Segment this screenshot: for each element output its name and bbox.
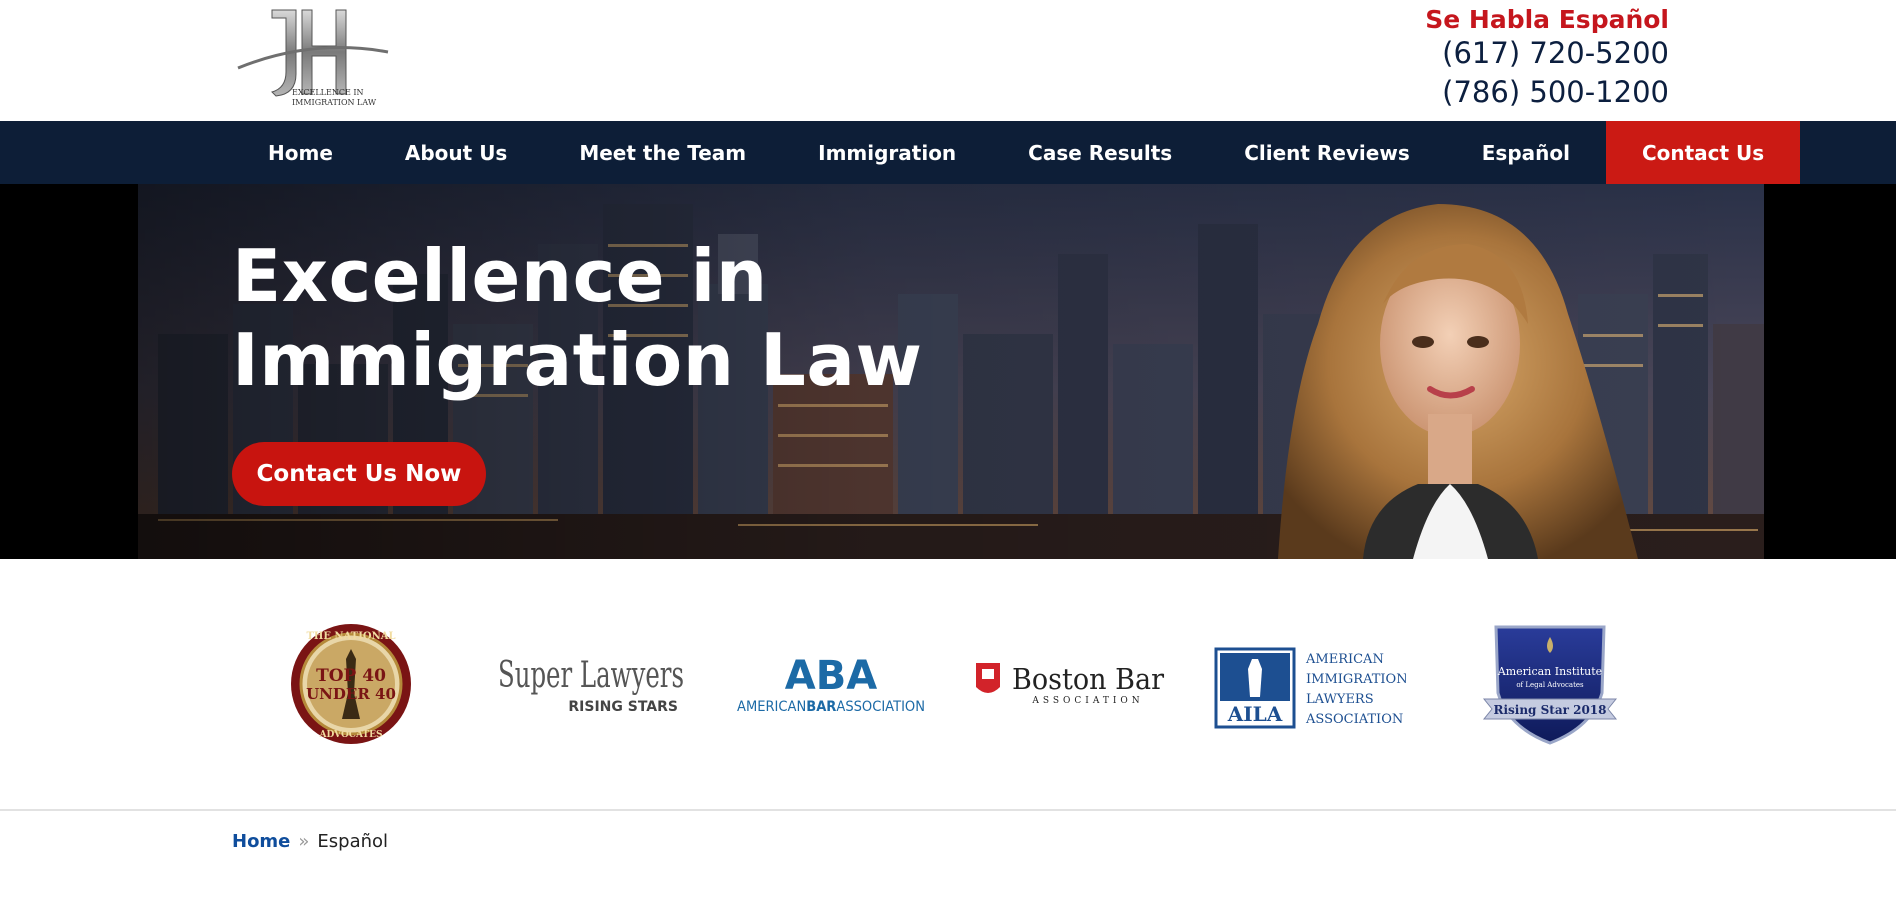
badge-american-institute-legal-advocates[interactable]: American Institute of Legal Advocates Ri… (1482, 623, 1618, 747)
section-divider (0, 809, 1896, 811)
nav-espanol[interactable]: Español (1446, 121, 1606, 184)
svg-text:LAWYERS: LAWYERS (1306, 692, 1374, 707)
breadcrumb-separator: » (298, 831, 310, 852)
hero-headline-line1: Excellence in (232, 234, 768, 318)
svg-text:Rising Star 2018: Rising Star 2018 (1493, 703, 1606, 717)
badge-american-bar-association[interactable]: ABA AMERICANBARASSOCIATION (736, 651, 926, 715)
svg-text:Boston Bar: Boston Bar (1012, 662, 1164, 696)
breadcrumb-current: Español (317, 831, 389, 852)
svg-text:of Legal Advocates: of Legal Advocates (1516, 681, 1584, 689)
svg-text:IMMIGRATION LAW: IMMIGRATION LAW (292, 98, 377, 107)
breadcrumb: Home » Español (232, 831, 388, 852)
nav-case-results[interactable]: Case Results (992, 121, 1208, 184)
contact-us-now-button[interactable]: Contact Us Now (232, 442, 486, 506)
main-nav: Home About Us Meet the Team Immigration … (0, 121, 1896, 184)
hero-banner: Excellence in Immigration Law Contact Us… (0, 184, 1896, 559)
svg-text:AMERICANBARASSOCIATION: AMERICANBARASSOCIATION (737, 699, 925, 715)
phone-miami[interactable]: (786) 500-1200 (1425, 73, 1669, 112)
svg-text:Super Lawyers: Super Lawyers (498, 655, 684, 696)
nav-meet-the-team[interactable]: Meet the Team (543, 121, 782, 184)
svg-text:THE NATIONAL: THE NATIONAL (306, 631, 395, 642)
breadcrumb-home-link[interactable]: Home (232, 831, 290, 852)
nav-immigration[interactable]: Immigration (782, 121, 992, 184)
firm-logo[interactable]: EXCELLENCE IN IMMIGRATION LAW (232, 2, 392, 112)
svg-text:EXCELLENCE IN: EXCELLENCE IN (292, 88, 363, 97)
phone-boston[interactable]: (617) 720-5200 (1425, 34, 1669, 73)
badge-aila[interactable]: AILA AMERICAN IMMIGRATION LAWYERS ASSOCI… (1214, 647, 1406, 729)
svg-text:American Institute: American Institute (1497, 665, 1602, 678)
svg-text:UNDER 40: UNDER 40 (306, 685, 396, 703)
badge-boston-bar-association[interactable]: Boston Bar ASSOCIATION (974, 659, 1166, 709)
svg-text:IMMIGRATION: IMMIGRATION (1306, 672, 1406, 687)
se-habla-espanol: Se Habla Español (1425, 5, 1669, 34)
svg-text:TOP 40: TOP 40 (316, 666, 386, 686)
svg-text:AILA: AILA (1227, 702, 1283, 726)
svg-text:ASSOCIATION: ASSOCIATION (1305, 712, 1403, 727)
header-contact: Se Habla Español (617) 720-5200 (786) 50… (1425, 6, 1669, 112)
accreditation-badges: THE NATIONAL TOP 40 UNDER 40 ADVOCATES S… (0, 559, 1896, 809)
hero-headline-line2: Immigration Law (232, 318, 923, 402)
svg-text:AMERICAN: AMERICAN (1305, 652, 1384, 667)
badge-super-lawyers[interactable]: Super Lawyers RISING STARS (496, 649, 686, 719)
nav-client-reviews[interactable]: Client Reviews (1208, 121, 1446, 184)
nav-about-us[interactable]: About Us (369, 121, 543, 184)
logo-jh-monogram: EXCELLENCE IN IMMIGRATION LAW (237, 9, 389, 107)
svg-text:ADVOCATES: ADVOCATES (318, 730, 382, 740)
site-header: EXCELLENCE IN IMMIGRATION LAW Se Habla E… (0, 0, 1896, 121)
nav-contact-us[interactable]: Contact Us (1605, 121, 1801, 184)
badge-top-40-under-40[interactable]: THE NATIONAL TOP 40 UNDER 40 ADVOCATES (290, 623, 412, 745)
svg-text:ABA: ABA (785, 653, 877, 699)
svg-text:ASSOCIATION: ASSOCIATION (1031, 696, 1143, 706)
svg-text:RISING STARS: RISING STARS (568, 699, 678, 715)
hero-headline: Excellence in Immigration Law (232, 234, 923, 402)
nav-home[interactable]: Home (232, 121, 369, 184)
